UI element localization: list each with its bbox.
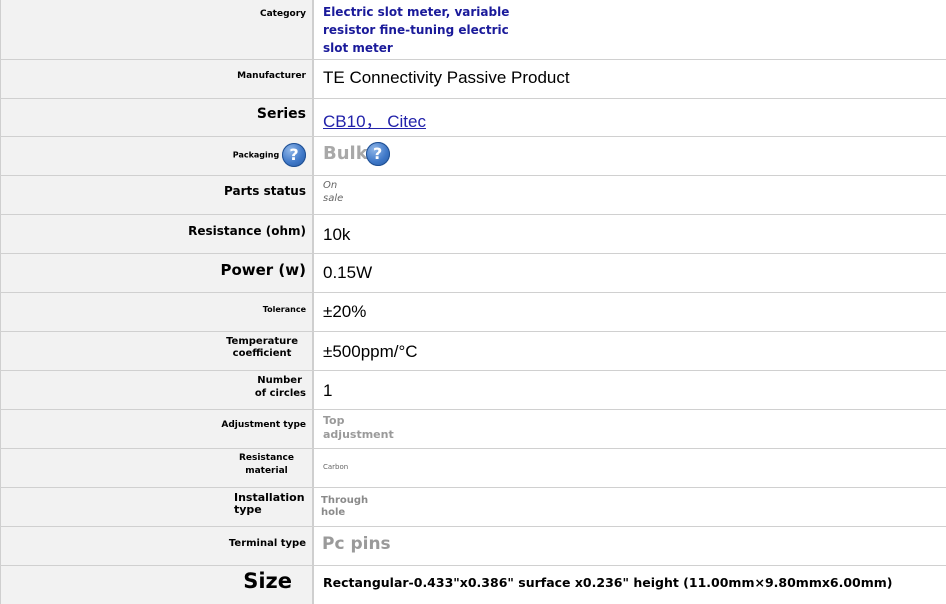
- size-label-cell: Size: [0, 566, 314, 604]
- manufacturer-label-cell: Manufacturer: [0, 60, 314, 99]
- terminal-type-value: Pc pins: [322, 534, 391, 554]
- installation-type-row: Installation type Through hole: [0, 487, 946, 527]
- resistance-material-label-cell: Resistance material: [0, 449, 314, 488]
- series-value-cell: CB10， Citec: [316, 99, 946, 137]
- resistance-material-value: Carbon: [323, 463, 349, 471]
- manufacturer-row: Manufacturer TE Connectivity Passive Pro…: [0, 59, 946, 99]
- installation-type-label: Installation type: [234, 492, 305, 516]
- temperature-coefficient-value-cell: ±500ppm/°C: [316, 332, 946, 371]
- packaging-value: Bulk: [323, 143, 368, 164]
- temperature-coefficient-label-line-2: coefficient: [232, 348, 292, 359]
- adjustment-type-label-cell: Adjustment type: [0, 410, 314, 449]
- parts-status-value-line-1: On: [323, 180, 338, 191]
- resistance-row: Resistance (ohm) 10k: [0, 214, 946, 254]
- resistance-label: Resistance (ohm): [188, 224, 306, 238]
- installation-type-label-cell: Installation type: [0, 488, 314, 527]
- number-of-circles-label-line-2: of circles: [254, 388, 306, 399]
- category-label-cell: Category: [0, 0, 314, 59]
- adjustment-type-value-cell: Top adjustment: [316, 410, 946, 449]
- temperature-coefficient-label: Temperature coefficient: [226, 336, 298, 360]
- series-row: Series CB10， Citec: [0, 98, 946, 137]
- tolerance-row: Tolerance ±20%: [0, 292, 946, 332]
- temperature-coefficient-row: Temperature coefficient ±500ppm/°C: [0, 331, 946, 371]
- adjustment-type-value-line-2: adjustment: [323, 428, 394, 441]
- question-mark-help-icon[interactable]: ?: [282, 143, 306, 167]
- installation-type-value: Through hole: [321, 495, 368, 519]
- parts-status-value-cell: On sale: [316, 176, 946, 215]
- terminal-type-label: Terminal type: [228, 538, 306, 549]
- size-label: Size: [243, 569, 292, 593]
- terminal-type-value-cell: Pc pins: [316, 527, 946, 566]
- parts-status-label-cell: Parts status: [0, 176, 314, 215]
- number-of-circles-row: Number of circles 1: [0, 370, 946, 410]
- series-label: Series: [256, 106, 306, 122]
- resistance-material-label-line-1: Resistance: [238, 453, 294, 463]
- packaging-value-wrap: Bulk?: [323, 142, 390, 166]
- installation-type-value-line-1: Through: [321, 495, 369, 506]
- resistance-material-value-cell: Carbon: [316, 449, 946, 488]
- power-label-cell: Power (w): [0, 254, 314, 293]
- adjustment-type-value: Top adjustment: [323, 414, 394, 442]
- manufacturer-value-cell: TE Connectivity Passive Product: [316, 60, 946, 99]
- installation-type-label-line-2: type: [234, 503, 262, 516]
- parts-status-label: Parts status: [224, 184, 306, 198]
- packaging-label: Packaging: [232, 150, 280, 160]
- power-value-cell: 0.15W: [316, 254, 946, 293]
- packaging-row: Packaging ? Bulk?: [0, 136, 946, 176]
- number-of-circles-label-cell: Number of circles: [0, 371, 314, 410]
- adjustment-type-label: Adjustment type: [221, 420, 306, 430]
- adjustment-type-row: Adjustment type Top adjustment: [0, 409, 946, 449]
- parts-status-value-line-2: sale: [323, 193, 344, 204]
- category-row: Category Electric slot meter, variable r…: [0, 0, 946, 59]
- category-value-line-3[interactable]: slot meter: [323, 39, 509, 57]
- packaging-label-wrap: Packaging ?: [233, 143, 306, 167]
- tolerance-label-cell: Tolerance: [0, 293, 314, 332]
- manufacturer-label: Manufacturer: [237, 71, 306, 81]
- parts-status-value: On sale: [323, 179, 343, 205]
- category-value-line-2[interactable]: resistor fine-tuning electric: [323, 21, 509, 39]
- terminal-type-row: Terminal type Pc pins: [0, 526, 946, 566]
- tolerance-label: Tolerance: [262, 305, 306, 314]
- terminal-type-label-cell: Terminal type: [0, 527, 314, 566]
- power-label: Power (w): [220, 261, 306, 279]
- size-value-cell: Rectangular-0.433"x0.386" surface x0.236…: [316, 566, 946, 604]
- category-label: Category: [259, 9, 306, 19]
- packaging-value-cell: Bulk?: [316, 137, 946, 176]
- size-row: Size Rectangular-0.433"x0.386" surface x…: [0, 565, 946, 604]
- resistance-material-row: Resistance material Carbon: [0, 448, 946, 488]
- category-value-line-1[interactable]: Electric slot meter, variable: [323, 3, 509, 21]
- adjustment-type-value-line-1: Top: [323, 414, 345, 427]
- temperature-coefficient-value: ±500ppm/°C: [323, 342, 418, 361]
- tolerance-value: ±20%: [323, 302, 367, 321]
- resistance-material-label: Resistance material: [239, 452, 294, 478]
- power-value: 0.15W: [323, 263, 373, 282]
- tolerance-value-cell: ±20%: [316, 293, 946, 332]
- temperature-coefficient-label-cell: Temperature coefficient: [0, 332, 314, 371]
- installation-type-value-cell: Through hole: [316, 488, 946, 527]
- temperature-coefficient-label-line-1: Temperature: [226, 336, 298, 347]
- resistance-label-cell: Resistance (ohm): [0, 215, 314, 254]
- manufacturer-value: TE Connectivity Passive Product: [323, 68, 570, 87]
- resistance-value-cell: 10k: [316, 215, 946, 254]
- series-link[interactable]: CB10， Citec: [323, 107, 426, 132]
- size-value: Rectangular-0.433"x0.386" surface x0.236…: [323, 575, 893, 590]
- installation-type-value-line-2: hole: [321, 507, 346, 518]
- number-of-circles-value-cell: 1: [316, 371, 946, 410]
- number-of-circles-value: 1: [323, 381, 333, 400]
- number-of-circles-label: Number of circles: [255, 374, 306, 400]
- category-value-cell: Electric slot meter, variable resistor f…: [316, 0, 946, 59]
- resistance-material-label-line-2: material: [245, 466, 288, 476]
- resistance-value: 10k: [323, 225, 351, 244]
- packaging-label-cell: Packaging ?: [0, 137, 314, 176]
- power-row: Power (w) 0.15W: [0, 253, 946, 293]
- category-value[interactable]: Electric slot meter, variable resistor f…: [323, 3, 509, 57]
- parts-status-row: Parts status On sale: [0, 175, 946, 215]
- series-label-cell: Series: [0, 99, 314, 137]
- number-of-circles-label-line-1: Number: [257, 375, 302, 386]
- question-mark-help-icon[interactable]: ?: [365, 142, 390, 166]
